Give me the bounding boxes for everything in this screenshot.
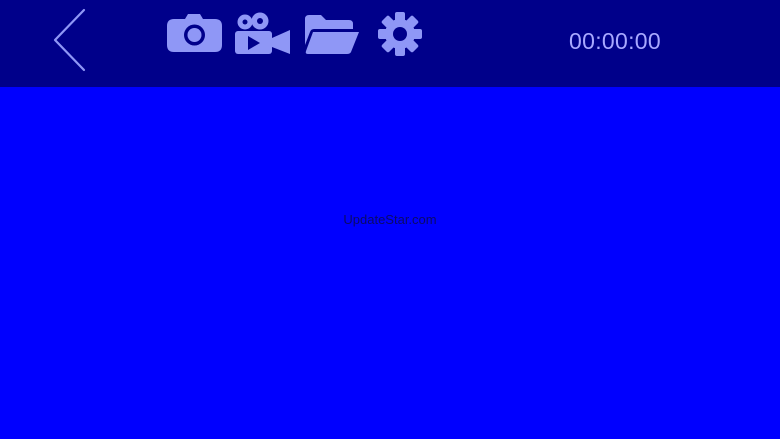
gear-icon (378, 12, 422, 56)
video-camera-icon (235, 12, 290, 54)
video-record-button[interactable] (233, 12, 293, 56)
app-window: 00:00:00 UpdateStar.com (0, 0, 780, 439)
open-folder-button[interactable] (302, 12, 362, 56)
watermark-text: UpdateStar.com (343, 212, 437, 227)
recording-timer: 00:00:00 (569, 28, 661, 54)
camera-icon (167, 14, 222, 52)
folder-open-icon (305, 15, 359, 54)
chevron-left-icon (53, 8, 86, 72)
camera-preview[interactable]: UpdateStar.com (0, 87, 780, 439)
camera-button[interactable] (165, 12, 225, 56)
back-button[interactable] (44, 6, 96, 76)
top-toolbar: 00:00:00 (0, 0, 780, 87)
settings-button[interactable] (370, 12, 430, 56)
